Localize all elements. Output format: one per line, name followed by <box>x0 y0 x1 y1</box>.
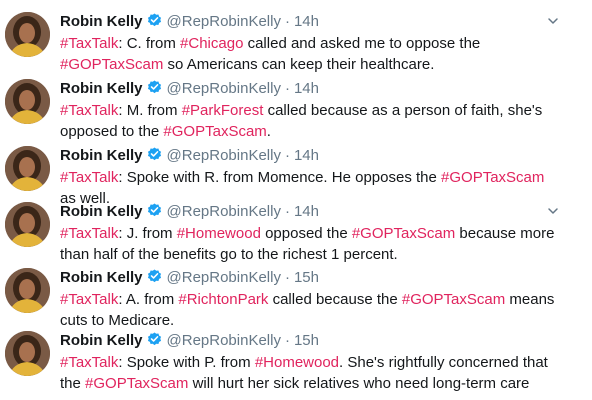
hashtag-link[interactable]: #Chicago <box>180 35 243 52</box>
avatar[interactable] <box>5 146 50 191</box>
tweet-header: Robin Kelly @RepRobinKelly · 14h <box>60 12 319 32</box>
tweet-header: Robin Kelly @RepRobinKelly · 14h <box>60 202 319 222</box>
author-name[interactable]: Robin Kelly <box>60 203 143 220</box>
verified-badge-icon <box>147 13 162 34</box>
hashtag-link[interactable]: #GOPTaxScam <box>352 225 455 242</box>
tweet-header: Robin Kelly @RepRobinKelly · 14h <box>60 79 319 99</box>
tweet-text-segment: : Spoke with P. from <box>118 354 255 371</box>
tweet-text-segment: : Spoke with R. from Momence. He opposes… <box>118 169 442 186</box>
hashtag-link[interactable]: #GOPTaxScam <box>402 291 505 308</box>
hashtag-link[interactable]: #TaxTalk <box>60 225 118 242</box>
tweet-header: Robin Kelly @RepRobinKelly · 15h <box>60 331 319 351</box>
hashtag-link[interactable]: #GOPTaxScam <box>60 56 163 73</box>
verified-badge-icon <box>147 332 162 353</box>
tweet-text-segment: . <box>266 123 271 140</box>
tweet-timestamp[interactable]: 14h <box>294 147 319 164</box>
hashtag-link[interactable]: #TaxTalk <box>60 169 118 186</box>
tweet-text-segment: : A. from <box>118 291 179 308</box>
tweet-text: #TaxTalk: A. from #RichtonPark called be… <box>60 289 560 331</box>
tweet-text-segment: will hurt her sick relatives who need lo… <box>188 375 530 392</box>
tweet[interactable]: Robin Kelly @RepRobinKelly · 14h #TaxTalk: … <box>0 12 592 78</box>
author-handle[interactable]: @RepRobinKelly <box>167 269 281 286</box>
author-name[interactable]: Robin Kelly <box>60 80 143 97</box>
tweet-text-segment: called and asked me to oppose the <box>243 35 481 52</box>
hashtag-link[interactable]: #ParkForest <box>182 102 264 119</box>
hashtag-link[interactable]: #TaxTalk <box>60 291 118 308</box>
author-name[interactable]: Robin Kelly <box>60 269 143 286</box>
tweet-timestamp[interactable]: 15h <box>294 332 319 349</box>
author-handle[interactable]: @RepRobinKelly <box>167 147 281 164</box>
author-handle[interactable]: @RepRobinKelly <box>167 332 281 349</box>
hashtag-link[interactable]: #Homewood <box>177 225 261 242</box>
hashtag-link[interactable]: #TaxTalk <box>60 102 118 119</box>
separator-dot: · <box>284 80 290 97</box>
tweet-text: #TaxTalk: C. from #Chicago called and as… <box>60 33 560 75</box>
hashtag-link[interactable]: #TaxTalk <box>60 354 118 371</box>
verified-badge-icon <box>147 80 162 101</box>
tweet[interactable]: Robin Kelly @RepRobinKelly · 14h #TaxTalk: … <box>0 202 592 268</box>
verified-badge-icon <box>147 203 162 224</box>
verified-badge-icon <box>147 269 162 290</box>
hashtag-link[interactable]: #Homewood <box>255 354 339 371</box>
tweet-text: #TaxTalk: Spoke with P. from #Homewood. … <box>60 352 560 394</box>
tweet-text-segment: called because the <box>268 291 402 308</box>
chevron-down-icon[interactable] <box>546 204 560 218</box>
tweet-header: Robin Kelly @RepRobinKelly · 15h <box>60 268 319 288</box>
avatar[interactable] <box>5 79 50 124</box>
hashtag-link[interactable]: #RichtonPark <box>178 291 268 308</box>
tweet-timestamp[interactable]: 14h <box>294 13 319 30</box>
verified-badge-icon <box>147 147 162 168</box>
tweet-timestamp[interactable]: 14h <box>294 80 319 97</box>
tweet[interactable]: Robin Kelly @RepRobinKelly · 15h #TaxTalk: … <box>0 331 592 397</box>
tweet-text-segment: : M. from <box>118 102 182 119</box>
tweet-text-segment: : J. from <box>118 225 177 242</box>
tweet-feed: Robin Kelly @RepRobinKelly · 14h #TaxTalk: … <box>0 0 592 400</box>
separator-dot: · <box>284 13 290 30</box>
separator-dot: · <box>284 203 290 220</box>
tweet-text-segment: : C. from <box>118 35 181 52</box>
avatar[interactable] <box>5 202 50 247</box>
chevron-down-icon[interactable] <box>546 14 560 28</box>
tweet-timestamp[interactable]: 14h <box>294 203 319 220</box>
hashtag-link[interactable]: #GOPTaxScam <box>441 169 544 186</box>
hashtag-link[interactable]: #TaxTalk <box>60 35 118 52</box>
avatar[interactable] <box>5 331 50 376</box>
tweet-text-segment: opposed the <box>260 225 352 242</box>
tweet[interactable]: Robin Kelly @RepRobinKelly · 15h #TaxTalk: … <box>0 268 592 334</box>
tweet-text: #TaxTalk: M. from #ParkForest called bec… <box>60 100 560 142</box>
avatar[interactable] <box>5 268 50 313</box>
tweet-text-segment: so Americans can keep their healthcare. <box>163 56 435 73</box>
tweet-header: Robin Kelly @RepRobinKelly · 14h <box>60 146 319 166</box>
author-name[interactable]: Robin Kelly <box>60 147 143 164</box>
separator-dot: · <box>284 332 290 349</box>
avatar[interactable] <box>5 12 50 57</box>
author-handle[interactable]: @RepRobinKelly <box>167 13 281 30</box>
tweet-text: #TaxTalk: J. from #Homewood opposed the … <box>60 223 560 265</box>
separator-dot: · <box>284 269 290 286</box>
separator-dot: · <box>284 147 290 164</box>
author-handle[interactable]: @RepRobinKelly <box>167 203 281 220</box>
hashtag-link[interactable]: #GOPTaxScam <box>163 123 266 140</box>
tweet-timestamp[interactable]: 15h <box>294 269 319 286</box>
hashtag-link[interactable]: #GOPTaxScam <box>85 375 188 392</box>
author-name[interactable]: Robin Kelly <box>60 13 143 30</box>
author-name[interactable]: Robin Kelly <box>60 332 143 349</box>
author-handle[interactable]: @RepRobinKelly <box>167 80 281 97</box>
tweet[interactable]: Robin Kelly @RepRobinKelly · 14h #TaxTalk: … <box>0 79 592 145</box>
